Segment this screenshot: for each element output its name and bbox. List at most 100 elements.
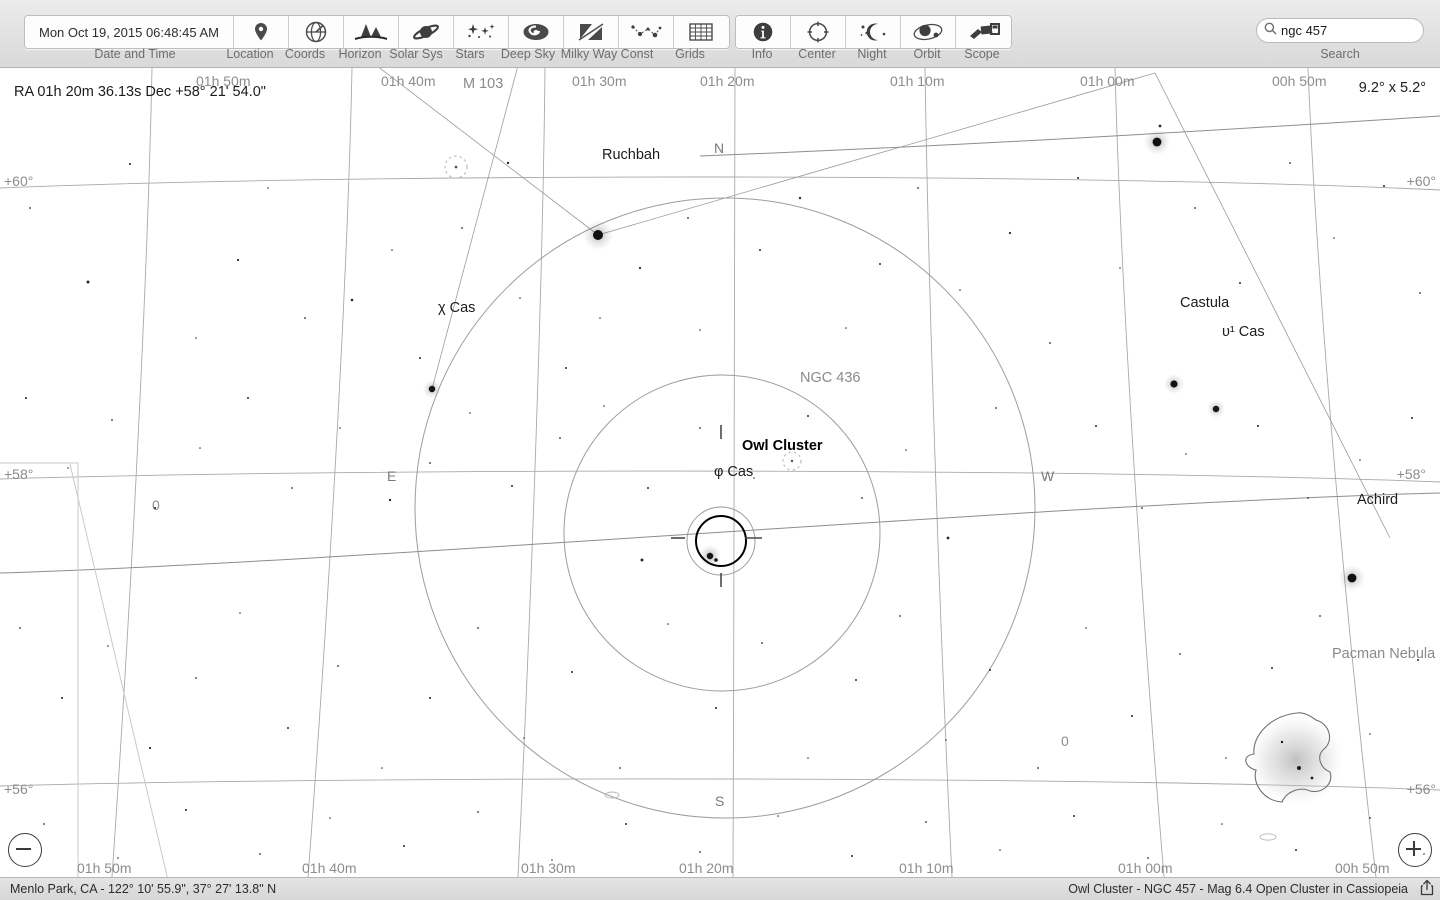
ecliptic-mark-1: 0 xyxy=(1061,733,1069,749)
fov-readout: 9.2° x 5.2° xyxy=(1359,80,1426,96)
fov-circles xyxy=(414,197,1036,819)
ra-labels-bottom: 01h 50m 01h 40m 01h 30m 01h 20m 01h 10m … xyxy=(77,860,1389,876)
const-button[interactable] xyxy=(618,16,674,48)
dec-left-0: +60° xyxy=(4,173,33,189)
compass-icon xyxy=(304,20,328,44)
date-time-button[interactable]: Mon Oct 19, 2015 06:48:45 AM xyxy=(25,16,234,48)
dec-right-2: +56° xyxy=(1407,781,1436,797)
map-pin-icon xyxy=(251,21,271,43)
scope-button[interactable] xyxy=(956,16,1011,48)
label-m103[interactable]: M 103 xyxy=(463,76,503,92)
solar-sys-label: Solar Sys xyxy=(389,47,443,61)
object-marker-segin[interactable] xyxy=(1144,129,1170,155)
sky-chart[interactable]: 01h 50m 01h 40m 01h 30m 01h 20m 01h 10m … xyxy=(0,68,1440,877)
celestial-line xyxy=(699,115,1440,157)
search-label: Search xyxy=(1320,47,1360,61)
zoom-in-button[interactable] xyxy=(1398,833,1432,867)
location-label: Location xyxy=(226,47,274,61)
constellation-lines xyxy=(378,68,1391,539)
date-time-value: Mon Oct 19, 2015 06:48:45 AM xyxy=(39,24,219,40)
direction-s: S xyxy=(715,793,724,809)
telescope-icon xyxy=(967,21,1001,43)
night-label: Night xyxy=(857,47,887,61)
night-button[interactable] xyxy=(846,16,901,48)
ra-bot-1: 01h 40m xyxy=(302,860,356,876)
status-location: Menlo Park, CA - 122° 10' 55.9", 37° 27'… xyxy=(10,882,277,896)
pacman-nebula-marker[interactable] xyxy=(1245,712,1344,805)
galaxy-icon xyxy=(522,21,550,43)
sky-canvas[interactable]: 01h 50m 01h 40m 01h 30m 01h 20m 01h 10m … xyxy=(0,68,1440,877)
scope-label: Scope xyxy=(964,47,1000,61)
orbit-button[interactable] xyxy=(901,16,956,48)
label-ngc436[interactable]: NGC 436 xyxy=(800,370,860,386)
ra-bot-3: 01h 20m xyxy=(679,860,733,876)
ra-labels-top: 01h 50m 01h 40m 01h 30m 01h 20m 01h 10m … xyxy=(196,73,1326,89)
ra-bot-2: 01h 30m xyxy=(521,860,575,876)
label-phi-cas[interactable]: φ Cas xyxy=(714,464,753,480)
search-field[interactable] xyxy=(1256,18,1440,43)
horizon-label: Horizon xyxy=(338,47,382,61)
object-marker-achird[interactable] xyxy=(1339,565,1365,591)
ra-top-3: 01h 20m xyxy=(700,73,754,89)
stars-icon xyxy=(464,21,498,43)
dec-gridlines xyxy=(0,176,1440,791)
object-marker-m103[interactable] xyxy=(444,155,468,179)
grids-button[interactable] xyxy=(673,16,729,48)
ra-top-6: 00h 50m xyxy=(1272,73,1326,89)
search-input[interactable] xyxy=(1277,23,1440,38)
object-marker-chi-cas[interactable] xyxy=(423,380,441,398)
horizon-button[interactable] xyxy=(343,16,399,48)
direction-e: E xyxy=(387,468,396,484)
dec-right-1: +58° xyxy=(1397,466,1426,482)
coords-button[interactable] xyxy=(288,16,344,48)
deep-sky-label: Deep Sky xyxy=(500,47,556,61)
label-ruchbah[interactable]: Ruchbah xyxy=(602,147,660,163)
milkyway-icon xyxy=(577,21,605,43)
toolbar-segment-wrap-2 xyxy=(735,15,1012,49)
center-button[interactable] xyxy=(791,16,846,48)
coords-readout: RA 01h 20m 36.13s Dec +58° 21' 54.0" xyxy=(14,84,266,100)
stars-button[interactable] xyxy=(453,16,509,48)
toolbar-group-primary: Mon Oct 19, 2015 06:48:45 AM xyxy=(24,15,730,49)
toolbar-segment-wrap-1: Mon Oct 19, 2015 06:48:45 AM xyxy=(24,15,730,49)
direction-n: N xyxy=(714,140,724,156)
search-icon xyxy=(1264,22,1277,40)
solar-sys-button[interactable] xyxy=(398,16,454,48)
orbit-icon xyxy=(912,21,944,43)
ra-top-2: 01h 30m xyxy=(572,73,626,89)
ra-bot-4: 01h 10m xyxy=(899,860,953,876)
dec-left-2: +56° xyxy=(4,781,33,797)
status-right-group: Owl Cluster - NGC 457 - Mag 6.4 Open Clu… xyxy=(1068,879,1434,899)
object-marker-ngc436[interactable] xyxy=(782,451,802,471)
stars-label: Stars xyxy=(455,47,485,61)
deep-sky-button[interactable] xyxy=(508,16,564,48)
status-bar: Menlo Park, CA - 122° 10' 55.9", 37° 27'… xyxy=(0,877,1440,900)
ecliptic-mark-0: 0 xyxy=(152,497,160,513)
coords-label: Coords xyxy=(284,47,326,61)
ra-bot-5: 01h 00m xyxy=(1118,860,1172,876)
info-button[interactable] xyxy=(736,16,791,48)
object-marker-ruchbah[interactable] xyxy=(583,220,613,250)
label-pacman-nebula[interactable]: Pacman Nebula xyxy=(1332,646,1436,662)
constellation-icon xyxy=(629,21,663,43)
ra-bot-0: 01h 50m xyxy=(77,860,131,876)
zoom-out-button[interactable] xyxy=(8,833,42,867)
const-label: Const xyxy=(620,47,654,61)
label-owl-cluster[interactable]: Owl Cluster xyxy=(742,438,823,454)
date-time-label: Date and Time xyxy=(94,47,176,61)
dec-labels-right: +60° +58° +56° xyxy=(1397,173,1436,797)
label-chi-cas[interactable]: χ Cas xyxy=(438,300,475,316)
ra-top-4: 01h 10m xyxy=(890,73,944,89)
object-marker-upsilon1-cas[interactable] xyxy=(1207,400,1225,418)
orbit-label: Orbit xyxy=(913,47,941,61)
toolbar-group-secondary xyxy=(735,15,1012,49)
location-button[interactable] xyxy=(233,16,289,48)
dec-right-0: +60° xyxy=(1407,173,1436,189)
label-upsilon1-cas[interactable]: υ¹ Cas xyxy=(1222,324,1265,340)
milky-way-button[interactable] xyxy=(563,16,619,48)
object-marker-castula[interactable] xyxy=(1164,374,1184,394)
label-achird[interactable]: Achird xyxy=(1357,492,1398,508)
faint-galaxies xyxy=(604,791,1277,841)
share-icon[interactable] xyxy=(1420,879,1434,899)
label-castula[interactable]: Castula xyxy=(1180,295,1230,311)
